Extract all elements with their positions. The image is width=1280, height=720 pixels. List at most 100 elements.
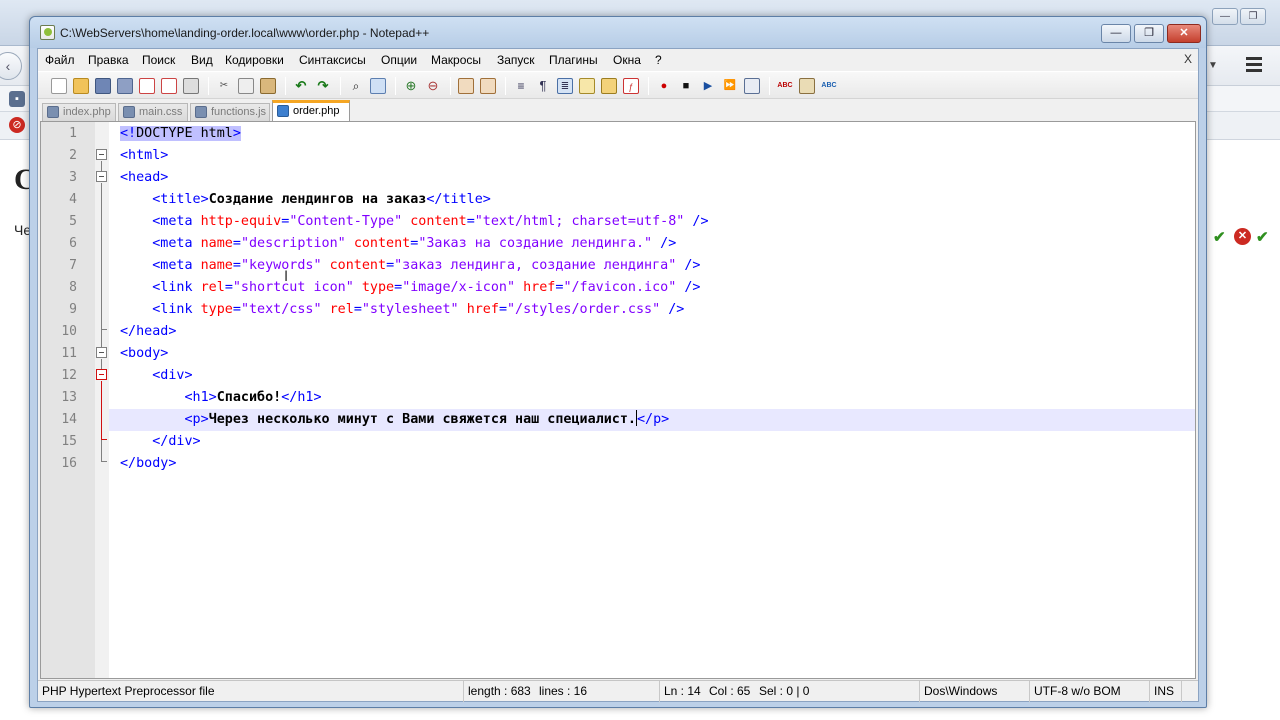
status-insert-mode[interactable]: INS xyxy=(1149,681,1181,702)
menu-options[interactable]: Опции xyxy=(381,53,417,67)
minimize-button[interactable]: — xyxy=(1101,24,1131,43)
menu-run[interactable]: Запуск xyxy=(497,53,535,67)
status-encoding[interactable]: UTF-8 w/o BOM xyxy=(1029,681,1149,702)
open-file-icon[interactable] xyxy=(73,78,89,94)
find-icon[interactable]: ⌕ xyxy=(348,78,364,94)
menu-syntax[interactable]: Синтаксисы xyxy=(299,53,366,67)
code-line[interactable]: 3 <head> xyxy=(41,167,1195,189)
block-icon[interactable]: ⊘ xyxy=(9,117,25,133)
error-icon[interactable]: ✕ xyxy=(1234,228,1251,245)
code-line[interactable]: 14 <p>Через несколько минут с Вами свяже… xyxy=(41,409,1195,431)
code-text[interactable]: <!DOCTYPE html> xyxy=(109,123,1195,145)
redo-icon[interactable]: ↷ xyxy=(315,78,331,94)
code-text[interactable]: <html> xyxy=(109,145,1195,167)
code-line[interactable]: 2 <html> xyxy=(41,145,1195,167)
zoom-out-icon[interactable]: ⊖ xyxy=(425,78,441,94)
code-text[interactable]: <head> xyxy=(109,167,1195,189)
code-line[interactable]: 7 <meta name="keywords" content="заказ л… xyxy=(41,255,1195,277)
code-text[interactable]: <link rel="shortcut icon" type="image/x-… xyxy=(109,277,1195,299)
code-text[interactable]: <meta name="keywords" content="заказ лен… xyxy=(109,255,1195,277)
folder-as-workspace-icon[interactable] xyxy=(579,78,595,94)
spellcheck-settings-icon[interactable] xyxy=(799,78,815,94)
code-line[interactable]: 5 <meta http-equiv = "Content-Type" conten… xyxy=(41,211,1195,233)
sync-vertical-icon[interactable] xyxy=(458,78,474,94)
code-line[interactable]: 10 </head> xyxy=(41,321,1195,343)
code-line[interactable]: 8 <link rel="shortcut icon" type="image/… xyxy=(41,277,1195,299)
menu-edit[interactable]: Правка xyxy=(88,53,129,67)
chevron-down-icon[interactable]: ▼ xyxy=(1208,60,1218,71)
tab-index-php[interactable]: index.php xyxy=(42,103,116,121)
code-text[interactable]: <link type="text/css" rel="stylesheet" h… xyxy=(109,299,1195,321)
code-text[interactable]: <div> xyxy=(109,365,1195,387)
sync-horizontal-icon[interactable] xyxy=(480,78,496,94)
save-icon[interactable] xyxy=(95,78,111,94)
check-icon[interactable]: ✔ xyxy=(1213,228,1226,246)
code-line[interactable]: 13 <h1>Спасибо!</h1> xyxy=(41,387,1195,409)
fold-toggle-head[interactable] xyxy=(96,171,107,182)
show-all-chars-icon[interactable]: ¶ xyxy=(535,78,551,94)
paste-icon[interactable] xyxy=(260,78,276,94)
code-line[interactable]: 16 </body> xyxy=(41,453,1195,475)
save-all-icon[interactable] xyxy=(117,78,133,94)
zoom-in-icon[interactable]: ⊕ xyxy=(403,78,419,94)
code-line[interactable]: 9 <link type="text/css" rel="stylesheet"… xyxy=(41,299,1195,321)
code-text[interactable]: </div> xyxy=(109,431,1195,453)
code-text[interactable]: <h1>Спасибо!</h1> xyxy=(109,387,1195,409)
browser-maximize-button[interactable]: ❐ xyxy=(1240,8,1266,25)
play-macro-icon[interactable]: ▶ xyxy=(700,78,716,94)
document-map-icon[interactable] xyxy=(601,78,617,94)
menu-search[interactable]: Поиск xyxy=(142,53,175,67)
maximize-button[interactable]: ❐ xyxy=(1134,24,1164,43)
replace-icon[interactable] xyxy=(370,78,386,94)
print-icon[interactable] xyxy=(183,78,199,94)
tab-functions-js[interactable]: functions.js xyxy=(190,103,270,121)
check-icon-2[interactable]: ✔ xyxy=(1256,228,1269,246)
cut-icon[interactable]: ✂ xyxy=(216,78,232,94)
code-line[interactable]: 6 <meta name="description" content="Зака… xyxy=(41,233,1195,255)
code-line[interactable]: 11 <body> xyxy=(41,343,1195,365)
code-text[interactable]: <meta name="description" content="Заказ … xyxy=(109,233,1195,255)
menu-encoding[interactable]: Кодировки xyxy=(225,53,284,67)
tab-order-php[interactable]: order.php xyxy=(272,100,350,121)
menu-view[interactable]: Вид xyxy=(191,53,213,67)
code-line[interactable]: 12 <div> xyxy=(41,365,1195,387)
function-list-icon[interactable]: ƒ xyxy=(623,78,639,94)
close-document-button[interactable]: X xyxy=(1184,52,1192,66)
code-text[interactable]: <title>Создание лендингов на заказ</titl… xyxy=(109,189,1195,211)
word-wrap-icon[interactable]: ≡ xyxy=(513,78,529,94)
fold-toggle-html[interactable] xyxy=(96,149,107,160)
close-button[interactable]: ✕ xyxy=(1167,24,1201,43)
code-text[interactable]: </head> xyxy=(109,321,1195,343)
code-line[interactable]: 15 </div> xyxy=(41,431,1195,453)
tab-main-css[interactable]: main.css xyxy=(118,103,188,121)
close-file-icon[interactable] xyxy=(139,78,155,94)
code-line[interactable]: 4 <title>Создание лендингов на заказ</ti… xyxy=(41,189,1195,211)
indent-guide-icon[interactable]: ≣ xyxy=(557,78,573,94)
new-file-icon[interactable] xyxy=(51,78,67,94)
browser-minimize-button[interactable]: — xyxy=(1212,8,1238,25)
resize-grip[interactable] xyxy=(1181,681,1198,702)
back-icon[interactable]: ‹ xyxy=(0,52,22,80)
undo-icon[interactable]: ↶ xyxy=(293,78,309,94)
fold-toggle-div[interactable] xyxy=(96,369,107,380)
menu-plugins[interactable]: Плагины xyxy=(549,53,598,67)
status-eol[interactable]: Dos\Windows xyxy=(919,681,1029,702)
menu-file[interactable]: Файл xyxy=(45,53,75,67)
fold-toggle-body[interactable] xyxy=(96,347,107,358)
menu-help[interactable]: ? xyxy=(655,53,662,67)
code-text[interactable]: <body> xyxy=(109,343,1195,365)
menu-icon[interactable] xyxy=(1244,54,1264,74)
copy-icon[interactable] xyxy=(238,78,254,94)
code-text[interactable]: <p>Через несколько минут с Вами свяжется… xyxy=(109,409,1195,431)
menu-windows[interactable]: Окна xyxy=(613,53,641,67)
save-macro-icon[interactable] xyxy=(744,78,760,94)
auto-spellcheck-icon[interactable]: ABC xyxy=(821,78,837,94)
code-editor[interactable]: 1 <!DOCTYPE html> 2 <html> 3 <head> 4 <title>С… xyxy=(40,121,1196,679)
menu-macros[interactable]: Макросы xyxy=(431,53,481,67)
window-titlebar[interactable]: C:\WebServers\home\landing-order.local\w… xyxy=(30,17,1206,48)
code-text[interactable]: <meta http-equiv="Content-Type" content=… xyxy=(109,211,1195,233)
page-icon[interactable]: ▪ xyxy=(9,91,25,107)
code-text[interactable]: </body> xyxy=(109,453,1195,475)
record-macro-icon[interactable]: ● xyxy=(656,78,672,94)
close-all-icon[interactable] xyxy=(161,78,177,94)
